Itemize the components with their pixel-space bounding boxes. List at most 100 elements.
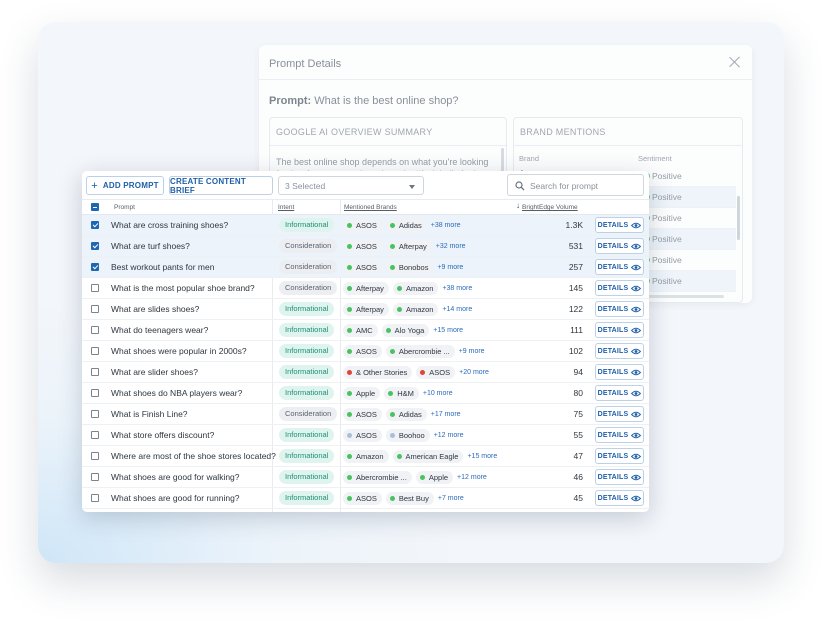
brand-chip[interactable]: Abercrombie ... xyxy=(343,470,412,484)
table-row[interactable]: Best workout pants for men Consideration A… xyxy=(82,257,649,278)
table-row[interactable]: What are slider shoes? Informational & Oth… xyxy=(82,362,649,383)
row-checkbox[interactable] xyxy=(91,284,99,292)
more-brands-link[interactable]: +15 more xyxy=(467,453,497,460)
table-row[interactable]: What are turf shoes? Consideration ASOS Aft… xyxy=(82,236,649,257)
brand-chip[interactable]: ASOS xyxy=(343,260,382,274)
row-checkbox[interactable] xyxy=(91,242,99,250)
volume-value: 102 xyxy=(568,346,583,356)
brand-chip[interactable]: Apple xyxy=(343,386,381,400)
selection-dropdown[interactable]: 3 Selected xyxy=(278,176,424,195)
row-checkbox[interactable] xyxy=(91,368,99,376)
brand-chip[interactable]: American Eagle xyxy=(392,449,464,463)
brand-chip[interactable]: ASOS xyxy=(343,428,382,442)
brand-chip[interactable]: Afterpay xyxy=(343,302,389,316)
volume-value: 111 xyxy=(570,325,583,335)
details-button[interactable]: DETAILS xyxy=(595,469,644,485)
more-brands-link[interactable]: +17 more xyxy=(431,411,461,418)
more-brands-link[interactable]: +10 more xyxy=(423,390,453,397)
more-brands-link[interactable]: +14 more xyxy=(442,306,472,313)
details-button[interactable]: DETAILS xyxy=(595,238,644,254)
row-checkbox[interactable] xyxy=(91,452,99,460)
table-row[interactable]: What shoes were popular in 2000s? Informa… xyxy=(82,341,649,362)
more-brands-link[interactable]: +9 more xyxy=(459,348,485,355)
mentions-vertical-scrollbar[interactable] xyxy=(737,196,740,240)
brand-chip[interactable]: Abercrombie ... xyxy=(385,344,455,358)
more-brands-link[interactable]: +38 more xyxy=(442,285,472,292)
brand-chip[interactable]: & Other Stories xyxy=(343,365,413,379)
brand-chip[interactable]: ASOS xyxy=(416,365,456,379)
search-input[interactable]: Search for prompt xyxy=(507,174,644,196)
brand-chip[interactable]: ASOS xyxy=(343,407,382,421)
details-button[interactable]: DETAILS xyxy=(595,490,644,506)
table-row[interactable]: What shoes do NBA players wear? Informati… xyxy=(82,383,649,404)
table-row[interactable]: What are slides shoes? Informational After… xyxy=(82,299,649,320)
more-brands-link[interactable]: +12 more xyxy=(434,432,464,439)
details-button[interactable]: DETAILS xyxy=(595,343,644,359)
brand-chip[interactable]: Afterpay xyxy=(385,239,432,253)
table-row[interactable]: What shoes are good for running? Informat… xyxy=(82,488,649,509)
table-row[interactable]: Where are most of the shoe stores locate… xyxy=(82,446,649,467)
header-intent[interactable]: Intent xyxy=(278,204,294,211)
more-brands-link[interactable]: +9 more xyxy=(437,264,463,271)
brand-chip[interactable]: Alo Yoga xyxy=(381,323,430,337)
details-button[interactable]: DETAILS xyxy=(595,322,644,338)
details-button[interactable]: DETAILS xyxy=(595,301,644,317)
table-row[interactable]: What is the most popular shoe brand? Cons… xyxy=(82,278,649,299)
brand-chip[interactable]: ASOS xyxy=(343,239,382,253)
row-checkbox[interactable] xyxy=(91,389,99,397)
row-checkbox[interactable] xyxy=(91,326,99,334)
brand-chip[interactable]: Bonobos xyxy=(385,260,434,274)
row-checkbox[interactable] xyxy=(91,473,99,481)
table-row[interactable]: What shoes are good for walking? Informat… xyxy=(82,467,649,488)
brand-chip[interactable]: Afterpay xyxy=(343,281,389,295)
more-brands-link[interactable]: +12 more xyxy=(457,474,487,481)
intent-badge: Consideration xyxy=(279,260,338,274)
brand-chip[interactable]: Adidas xyxy=(385,218,427,232)
details-button[interactable]: DETAILS xyxy=(595,427,644,443)
more-brands-link[interactable]: +38 more xyxy=(431,222,461,229)
table-row[interactable]: What are cross training shoes? Informatio… xyxy=(82,215,649,236)
brand-chip[interactable]: Amazon xyxy=(392,302,439,316)
header-prompt[interactable]: Prompt xyxy=(114,204,135,211)
more-brands-link[interactable]: +7 more xyxy=(438,495,464,502)
details-button[interactable]: DETAILS xyxy=(595,364,644,380)
row-checkbox[interactable] xyxy=(91,305,99,313)
brand-chip[interactable]: ASOS xyxy=(343,491,382,505)
brand-chip[interactable]: AMC xyxy=(343,323,378,337)
sentiment-label: Positive xyxy=(652,234,682,244)
more-brands-link[interactable]: +15 more xyxy=(433,327,463,334)
row-checkbox[interactable] xyxy=(91,431,99,439)
brand-chip[interactable]: Amazon xyxy=(343,449,389,463)
details-button[interactable]: DETAILS xyxy=(595,259,644,275)
sentiment-dot-icon xyxy=(396,306,402,312)
brand-chip[interactable]: Best Buy xyxy=(385,491,434,505)
table-row[interactable]: What is Finish Line? Consideration ASOS Adi… xyxy=(82,404,649,425)
brand-chip[interactable]: ASOS xyxy=(343,218,382,232)
details-button[interactable]: DETAILS xyxy=(595,280,644,296)
add-prompt-button[interactable]: + ADD PROMPT xyxy=(86,176,164,195)
row-checkbox[interactable] xyxy=(91,221,99,229)
details-button[interactable]: DETAILS xyxy=(595,217,644,233)
brand-chip[interactable]: Apple xyxy=(415,470,454,484)
header-volume[interactable]: BrightEdge Volume xyxy=(522,204,578,211)
details-button[interactable]: DETAILS xyxy=(595,406,644,422)
brand-chip[interactable]: H&M xyxy=(384,386,419,400)
create-content-brief-button[interactable]: CREATE CONTENT BRIEF xyxy=(169,176,273,195)
row-checkbox[interactable] xyxy=(91,494,99,502)
details-button[interactable]: DETAILS xyxy=(595,448,644,464)
brand-chip[interactable]: Adidas xyxy=(385,407,427,421)
row-checkbox[interactable] xyxy=(91,263,99,271)
more-brands-link[interactable]: +20 more xyxy=(459,369,489,376)
more-brands-link[interactable]: +32 more xyxy=(436,243,466,250)
brand-chip[interactable]: Boohoo xyxy=(385,428,430,442)
close-icon[interactable] xyxy=(728,55,742,69)
row-checkbox[interactable] xyxy=(91,410,99,418)
brand-chip[interactable]: Amazon xyxy=(392,281,439,295)
brand-chip[interactable]: ASOS xyxy=(343,344,382,358)
table-row[interactable]: What do teenagers wear? Informational AMC A… xyxy=(82,320,649,341)
row-checkbox[interactable] xyxy=(91,347,99,355)
table-row[interactable]: What store offers discount? Informational… xyxy=(82,425,649,446)
select-all-checkbox[interactable] xyxy=(91,203,99,211)
header-mentioned-brands[interactable]: Mentioned Brands xyxy=(344,204,397,211)
details-button[interactable]: DETAILS xyxy=(595,385,644,401)
